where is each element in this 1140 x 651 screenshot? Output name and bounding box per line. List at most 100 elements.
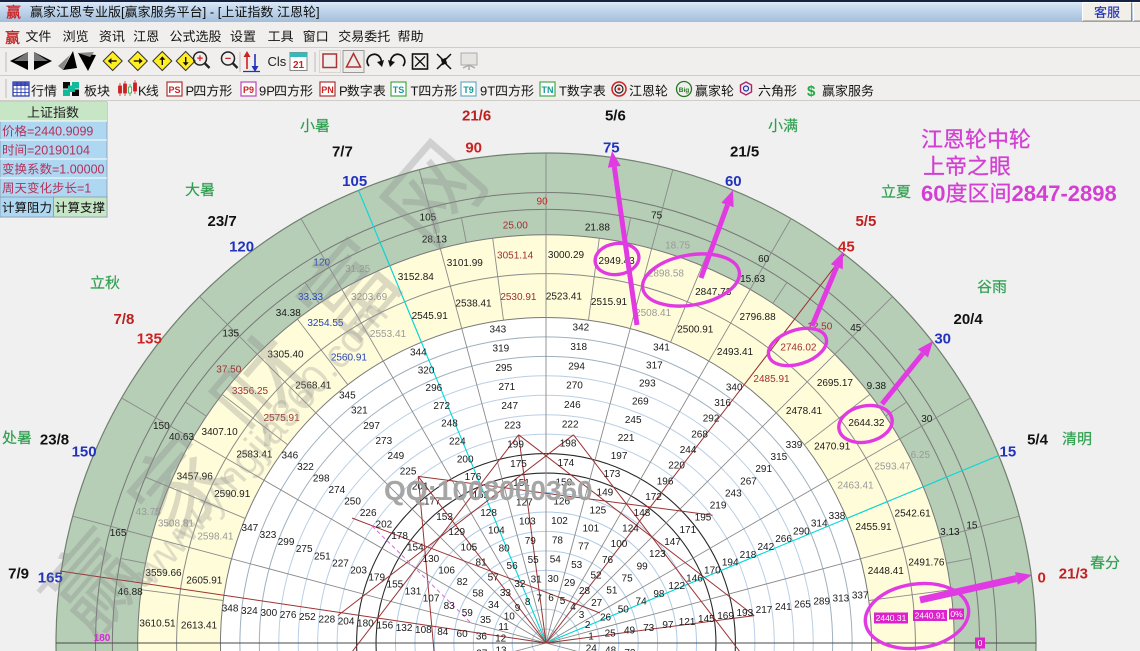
svg-text:102: 102 xyxy=(551,516,568,527)
svg-text:250: 250 xyxy=(344,496,361,507)
svg-text:P: P xyxy=(339,84,348,99)
svg-text:339: 339 xyxy=(786,440,803,451)
svg-text:57: 57 xyxy=(488,573,500,584)
svg-text:76: 76 xyxy=(602,555,614,566)
svg-text:165: 165 xyxy=(110,528,127,539)
svg-text:247: 247 xyxy=(501,401,518,412)
svg-text:197: 197 xyxy=(611,451,628,462)
svg-text:2613.41: 2613.41 xyxy=(181,621,218,632)
svg-text:252: 252 xyxy=(299,612,316,623)
svg-text:2440.31: 2440.31 xyxy=(876,613,907,623)
svg-text:2448.41: 2448.41 xyxy=(868,566,905,577)
svg-text:174: 174 xyxy=(558,458,575,469)
svg-text:21/6: 21/6 xyxy=(462,108,491,125)
svg-text:153: 153 xyxy=(436,512,453,523)
svg-text:60: 60 xyxy=(758,254,770,265)
svg-text:251: 251 xyxy=(314,551,331,562)
svg-text:2796.88: 2796.88 xyxy=(740,312,777,323)
svg-text:291: 291 xyxy=(755,464,772,475)
svg-text:121: 121 xyxy=(679,617,696,628)
svg-text:12: 12 xyxy=(495,634,507,645)
svg-text:34.38: 34.38 xyxy=(276,308,301,319)
svg-text:2593.47: 2593.47 xyxy=(874,462,911,473)
svg-text:202: 202 xyxy=(376,519,393,530)
svg-text:QQ:1008000360: QQ:1008000360 xyxy=(384,475,593,506)
svg-text:300: 300 xyxy=(260,608,277,619)
svg-text:130: 130 xyxy=(423,554,440,565)
svg-text:345: 345 xyxy=(339,391,356,402)
svg-text:P9: P9 xyxy=(243,85,254,95)
svg-text:246: 246 xyxy=(564,400,581,411)
svg-text:30: 30 xyxy=(921,414,933,425)
svg-text:128: 128 xyxy=(480,508,497,519)
svg-text:7/8: 7/8 xyxy=(113,311,134,328)
svg-text:79: 79 xyxy=(525,536,537,547)
svg-text:75: 75 xyxy=(622,574,634,585)
svg-text:33: 33 xyxy=(500,588,512,599)
svg-text:319: 319 xyxy=(493,344,510,355)
svg-text:30: 30 xyxy=(934,331,951,348)
svg-text:2695.17: 2695.17 xyxy=(817,378,854,389)
svg-text:24: 24 xyxy=(586,644,598,651)
svg-text:271: 271 xyxy=(498,382,515,393)
svg-text:Cls: Cls xyxy=(268,54,287,69)
svg-text:2508.41: 2508.41 xyxy=(635,308,672,319)
svg-text:7/7: 7/7 xyxy=(332,144,353,161)
svg-text:218: 218 xyxy=(740,550,757,561)
svg-text:2478.41: 2478.41 xyxy=(786,406,823,417)
svg-text:T: T xyxy=(411,84,419,99)
svg-text:172: 172 xyxy=(645,492,662,503)
svg-text:54: 54 xyxy=(550,555,562,566)
svg-text:107: 107 xyxy=(423,594,440,605)
svg-text:2644.32: 2644.32 xyxy=(848,418,885,429)
svg-text:52: 52 xyxy=(590,571,602,582)
svg-text:314: 314 xyxy=(811,519,828,530)
svg-text:203: 203 xyxy=(350,565,367,576)
svg-text:337: 337 xyxy=(852,590,869,601)
svg-text:2605.91: 2605.91 xyxy=(186,576,223,587)
svg-text:36: 36 xyxy=(476,631,488,642)
svg-text:346: 346 xyxy=(282,450,299,461)
svg-text:45: 45 xyxy=(838,238,855,255)
svg-text:10: 10 xyxy=(504,612,516,623)
svg-text:150: 150 xyxy=(153,421,170,432)
svg-text:106: 106 xyxy=(438,566,455,577)
svg-text:5: 5 xyxy=(560,596,566,607)
svg-text:228: 228 xyxy=(318,614,335,625)
svg-text:315: 315 xyxy=(771,452,788,463)
svg-text:60: 60 xyxy=(725,173,742,190)
svg-text:105: 105 xyxy=(461,542,478,553)
svg-text:48: 48 xyxy=(605,646,617,651)
svg-text:198: 198 xyxy=(560,439,577,450)
svg-text:2493.41: 2493.41 xyxy=(717,347,754,358)
svg-text:60: 60 xyxy=(457,629,469,640)
svg-text:[: [ xyxy=(121,5,125,20)
svg-text:0%: 0% xyxy=(950,609,963,619)
svg-text:32: 32 xyxy=(514,579,526,590)
svg-text:23/8: 23/8 xyxy=(40,431,69,448)
svg-text:340: 340 xyxy=(726,382,743,393)
svg-text:269: 269 xyxy=(632,397,649,408)
svg-text:146: 146 xyxy=(686,573,703,584)
svg-text:101: 101 xyxy=(582,524,599,535)
svg-text:7: 7 xyxy=(536,594,542,605)
svg-text:=1.00000: =1.00000 xyxy=(52,163,105,177)
svg-text:266: 266 xyxy=(775,534,792,545)
svg-text:T9: T9 xyxy=(463,85,474,95)
svg-text:120: 120 xyxy=(229,238,254,255)
svg-text:2455.91: 2455.91 xyxy=(855,522,892,533)
svg-text:273: 273 xyxy=(375,436,392,447)
svg-text:200: 200 xyxy=(457,454,474,465)
svg-text:2545.91: 2545.91 xyxy=(412,311,449,322)
svg-text:2491.76: 2491.76 xyxy=(908,557,945,568)
svg-text:27: 27 xyxy=(591,598,603,609)
svg-text:77: 77 xyxy=(578,542,590,553)
svg-text:8: 8 xyxy=(525,597,531,608)
svg-text:31: 31 xyxy=(531,574,543,585)
svg-text:135: 135 xyxy=(137,331,162,348)
svg-text:249: 249 xyxy=(388,451,405,462)
svg-text:347: 347 xyxy=(242,523,259,534)
svg-text:173: 173 xyxy=(604,469,621,480)
svg-text:242: 242 xyxy=(757,542,774,553)
svg-text:56: 56 xyxy=(507,561,519,572)
